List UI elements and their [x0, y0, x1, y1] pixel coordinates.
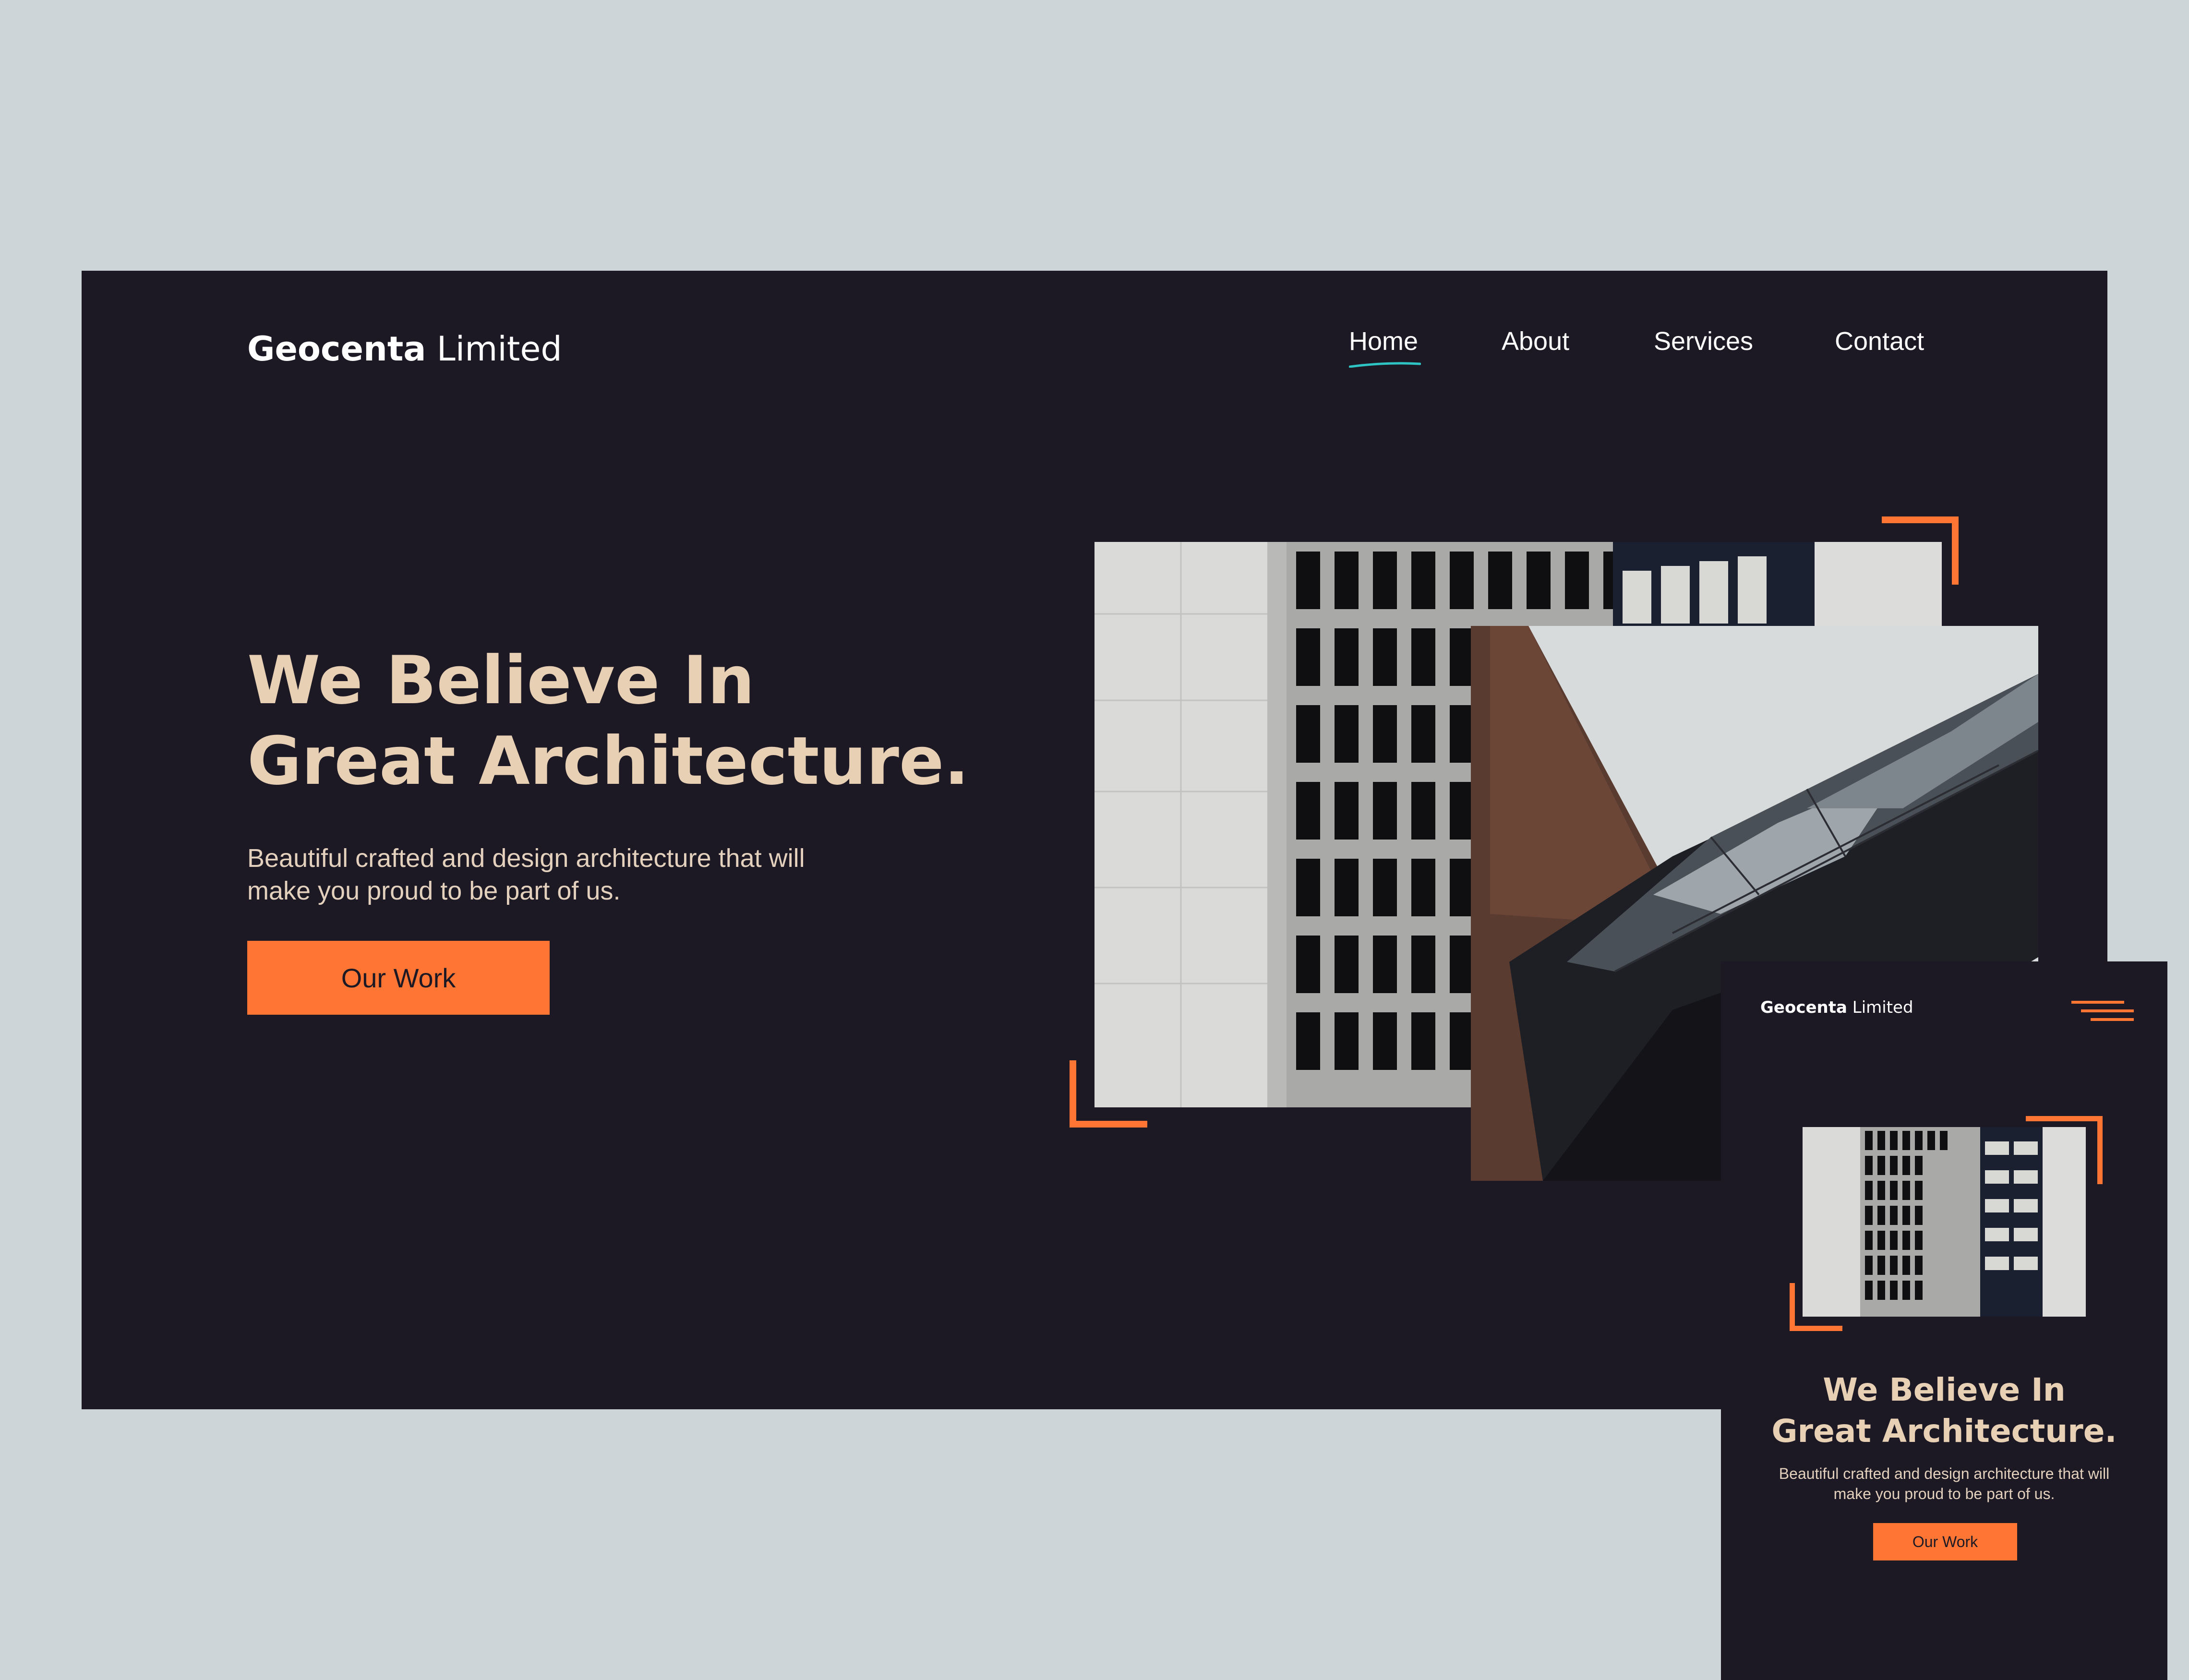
hamburger-icon[interactable] — [2071, 1000, 2134, 1024]
brand-name-light: Limited — [436, 329, 562, 369]
our-work-button[interactable]: Our Work — [247, 941, 550, 1015]
hero-title-line-1: We Believe In — [247, 642, 755, 719]
hero-subtitle-line-1: Beautiful crafted and design architectur… — [247, 844, 805, 873]
nav-item-services[interactable]: Services — [1654, 326, 1753, 356]
nav-active-underline — [1349, 362, 1421, 368]
hero-subtitle: Beautiful crafted and design architectur… — [247, 842, 805, 907]
mobile-concrete-facade-image — [1803, 1127, 2086, 1317]
nav-item-about[interactable]: About — [1502, 326, 1569, 356]
mobile-hero-subtitle-line-2: make you proud to be part of us. — [1833, 1485, 2055, 1502]
mobile-brand-name-bold: Geocenta — [1760, 998, 1847, 1017]
mobile-hero-subtitle-line-1: Beautiful crafted and design architectur… — [1779, 1465, 2110, 1482]
mobile-page: Geocenta Limited We Believe In Great Arc… — [1721, 961, 2167, 1680]
brand-name-bold: Geocenta — [247, 329, 426, 369]
mobile-hero-title-line-2: Great Architecture. — [1771, 1413, 2117, 1450]
nav-item-contact[interactable]: Contact — [1835, 326, 1924, 356]
mobile-our-work-button[interactable]: Our Work — [1873, 1523, 2017, 1560]
brand-logo[interactable]: Geocenta Limited — [247, 329, 562, 369]
mobile-brand-name-light: Limited — [1852, 998, 1913, 1017]
hero-title: We Believe In Great Architecture. — [247, 640, 969, 802]
mobile-brand-logo[interactable]: Geocenta Limited — [1760, 998, 1913, 1017]
mobile-hero-subtitle: Beautiful crafted and design architectur… — [1721, 1464, 2167, 1504]
mobile-hero-title-line-1: We Believe In — [1823, 1371, 2066, 1408]
hero-subtitle-line-2: make you proud to be part of us. — [247, 876, 621, 905]
mobile-hero-title: We Believe In Great Architecture. — [1721, 1369, 2167, 1452]
nav-item-home[interactable]: Home — [1349, 326, 1418, 356]
hero-title-line-2: Great Architecture. — [247, 722, 969, 800]
